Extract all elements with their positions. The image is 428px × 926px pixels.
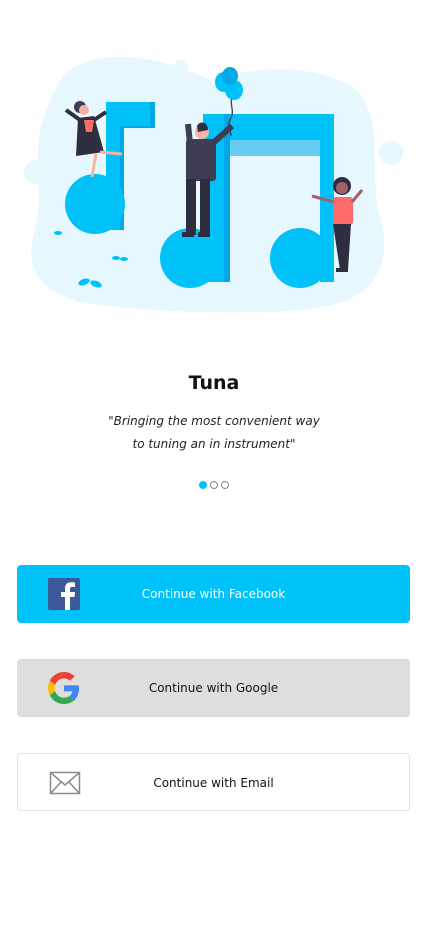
- tagline-line-2: to tuning an in instrument": [132, 437, 296, 451]
- carousel-dot-2[interactable]: [210, 481, 218, 489]
- continue-with-email-button[interactable]: Continue with Email: [17, 753, 410, 811]
- continue-with-facebook-button[interactable]: Continue with Facebook: [17, 565, 410, 623]
- app-title: Tuna: [188, 372, 240, 394]
- hero-illustration: [24, 56, 403, 313]
- email-button-label: Continue with Email: [153, 776, 274, 790]
- carousel-indicator: [0, 481, 428, 489]
- tagline-line-1: "Bringing the most convenient way: [108, 414, 320, 428]
- continue-with-google-button[interactable]: Continue with Google: [17, 659, 410, 717]
- carousel-dot-3[interactable]: [221, 481, 229, 489]
- carousel-dot-1[interactable]: [199, 481, 207, 489]
- app-tagline: "Bringing the most convenient way to tun…: [0, 410, 428, 456]
- facebook-button-label: Continue with Facebook: [141, 587, 286, 601]
- google-button-label: Continue with Google: [148, 681, 279, 695]
